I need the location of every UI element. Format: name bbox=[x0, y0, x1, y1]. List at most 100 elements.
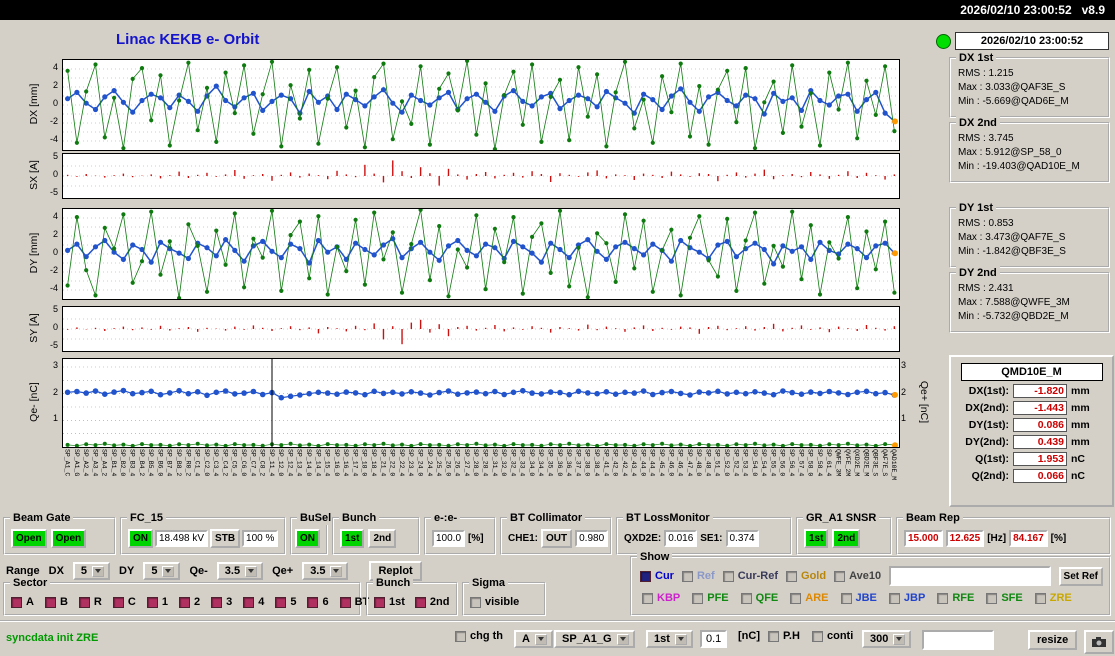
x-axis-label: SP_C2_0 bbox=[202, 449, 210, 477]
show-kbp-checkbox[interactable]: KBP bbox=[642, 592, 680, 604]
sector-checkbox-1[interactable]: 1 bbox=[146, 596, 168, 608]
x-axis-label: QVFE_2M bbox=[843, 449, 851, 477]
status-led-icon bbox=[936, 34, 951, 49]
busel-on-button[interactable]: ON bbox=[295, 529, 320, 548]
range-qe-minus-select[interactable]: 3.5 bbox=[216, 562, 264, 580]
range-dx-select[interactable]: 5 bbox=[72, 562, 111, 580]
checkbox-label: 2 bbox=[193, 596, 201, 608]
stat-line: Max : 3.033@QAF3E_S bbox=[958, 82, 1066, 93]
threshold-value[interactable]: 0.1 bbox=[700, 630, 728, 648]
x-axis-label: SP_34_0 bbox=[527, 449, 535, 477]
sector-checkbox-b[interactable]: B bbox=[44, 596, 68, 608]
ph-checkbox[interactable]: P.H bbox=[768, 630, 800, 642]
chart-sx[interactable] bbox=[62, 153, 900, 199]
x-axis-label: SP_12_0 bbox=[277, 449, 285, 477]
che1-out-button[interactable]: OUT bbox=[541, 529, 573, 548]
sigma-label: Sigma bbox=[469, 576, 509, 590]
points-select[interactable]: 300 bbox=[862, 630, 912, 648]
checkbox-indicator bbox=[211, 596, 223, 608]
show-ref-checkbox[interactable]: Ref bbox=[681, 570, 715, 582]
sector-checkbox-5[interactable]: 5 bbox=[275, 596, 296, 608]
ref-name-input[interactable] bbox=[889, 566, 1051, 586]
x-axis-label: SP_56_4 bbox=[788, 449, 795, 477]
chart-dx[interactable] bbox=[62, 58, 900, 152]
sigma-visible-checkbox[interactable]: visible bbox=[470, 596, 519, 608]
sector-group: Sector A B R C 1 2 3 4 5 6 BT bbox=[3, 576, 369, 616]
show-gold-checkbox[interactable]: Gold bbox=[786, 570, 826, 582]
sector-checkbox-3[interactable]: 3 bbox=[211, 596, 232, 608]
bunch-2nd-button[interactable]: 2nd bbox=[368, 529, 397, 548]
stat-line: Min : -5.732@QBD2E_M bbox=[958, 311, 1069, 322]
x-axis-label: SP_22_0 bbox=[388, 449, 396, 477]
bt-collimator-label: BT Collimator bbox=[507, 511, 586, 525]
bunch-number-select[interactable]: 1st bbox=[646, 630, 693, 648]
bunch-checkbox-2nd[interactable]: 2nd bbox=[414, 596, 449, 608]
sector-checkbox-6[interactable]: 6 bbox=[307, 596, 329, 608]
fc15-stb-button[interactable]: STB bbox=[210, 529, 241, 548]
device-select[interactable]: SP_A1_G bbox=[554, 630, 635, 648]
stat-box-dx-1st: DX 1st RMS : 1.215 Max : 3.033@QAF3E_S Min … bbox=[949, 51, 1110, 118]
x-axis-label: SP_B5_4 bbox=[147, 449, 155, 477]
fc15-on-button[interactable]: ON bbox=[128, 529, 153, 548]
klystron-select[interactable]: A bbox=[514, 630, 553, 648]
checkbox-label: B bbox=[59, 596, 68, 608]
camera-button[interactable] bbox=[1084, 630, 1114, 654]
sector-checkbox-bt[interactable]: BT bbox=[339, 596, 369, 608]
show-are-checkbox[interactable]: ARE bbox=[790, 592, 829, 604]
gr-snsr-1st-button[interactable]: 1st bbox=[804, 529, 829, 548]
chart-q[interactable] bbox=[62, 358, 900, 449]
beam-gate-open-button-a[interactable]: Open bbox=[11, 529, 47, 548]
gr-snsr-2nd-button[interactable]: 2nd bbox=[832, 529, 861, 548]
bunch-1st-button[interactable]: 1st bbox=[340, 529, 365, 548]
monitor-row-unit: mm bbox=[1071, 402, 1090, 414]
set-ref-button[interactable]: Set Ref bbox=[1058, 566, 1103, 586]
stat-line: Min : -5.669@QAD6E_M bbox=[958, 96, 1069, 107]
checkbox-label: A bbox=[26, 596, 34, 608]
titlebar-text: 2026/02/10 23:00:52 v8.9 bbox=[960, 3, 1105, 17]
checkbox-indicator bbox=[307, 596, 319, 608]
y-tick-label-right: 1 bbox=[901, 413, 907, 424]
checkbox-label: JBE bbox=[855, 592, 877, 604]
sector-checkbox-4[interactable]: 4 bbox=[243, 596, 264, 608]
chevron-down-icon bbox=[893, 633, 906, 645]
bunch-checkbox-1st[interactable]: 1st bbox=[374, 596, 405, 608]
checkbox-indicator bbox=[834, 570, 846, 582]
checkbox-label: 1 bbox=[161, 596, 168, 608]
checkbox-label: Gold bbox=[801, 570, 827, 582]
y-tick-label: -2 bbox=[49, 265, 58, 275]
ee-ratio-label: e-:e- bbox=[431, 511, 461, 525]
show-cur-ref-checkbox[interactable]: Cur-Ref bbox=[722, 570, 778, 582]
range-dy-select[interactable]: 5 bbox=[143, 562, 181, 580]
conti-checkbox[interactable]: conti bbox=[812, 630, 853, 642]
x-axis-label: SP_24_4 bbox=[425, 449, 433, 477]
show-jbp-checkbox[interactable]: JBP bbox=[888, 592, 925, 604]
aux-input[interactable] bbox=[922, 630, 994, 650]
resize-button[interactable]: resize bbox=[1028, 630, 1078, 650]
show-label: Show bbox=[637, 550, 673, 564]
show-pfe-checkbox[interactable]: PFE bbox=[692, 592, 729, 604]
show-zre-checkbox[interactable]: ZRE bbox=[1034, 592, 1072, 604]
sector-checkbox-r[interactable]: R bbox=[78, 596, 102, 608]
sector-checkbox-2[interactable]: 2 bbox=[178, 596, 201, 608]
checkbox-label: 4 bbox=[258, 596, 265, 608]
show-ave10-checkbox[interactable]: Ave10 bbox=[834, 570, 881, 582]
chart-sy[interactable] bbox=[62, 306, 900, 352]
chart-dy[interactable] bbox=[62, 207, 900, 301]
checkbox-indicator bbox=[146, 596, 158, 608]
show-rfe-checkbox[interactable]: RFE bbox=[937, 592, 974, 604]
show-cur-checkbox[interactable]: Cur bbox=[640, 570, 674, 582]
x-axis-label: SP_A1_G bbox=[72, 449, 80, 477]
x-axis-label: SP_46_4 bbox=[676, 449, 684, 477]
show-qfe-checkbox[interactable]: QFE bbox=[740, 592, 778, 604]
beam-gate-open-button-b[interactable]: Open bbox=[50, 529, 87, 548]
monitor-row: Q(1st): 1.953 nC bbox=[957, 452, 1108, 466]
sector-checkbox-a[interactable]: A bbox=[11, 596, 34, 608]
gr-a1-snsr-group: GR_A1 SNSR 1st 2nd bbox=[796, 511, 892, 555]
range-qe-plus-select[interactable]: 3.5 bbox=[302, 562, 349, 580]
show-sfe-checkbox[interactable]: SFE bbox=[986, 592, 1023, 604]
checkbox-indicator bbox=[986, 592, 998, 604]
show-jbe-checkbox[interactable]: JBE bbox=[840, 592, 877, 604]
sector-checkbox-c[interactable]: C bbox=[112, 596, 136, 608]
x-axis-label: SP_25_4 bbox=[435, 449, 443, 477]
chg-th-checkbox[interactable]: chg th bbox=[455, 630, 503, 642]
